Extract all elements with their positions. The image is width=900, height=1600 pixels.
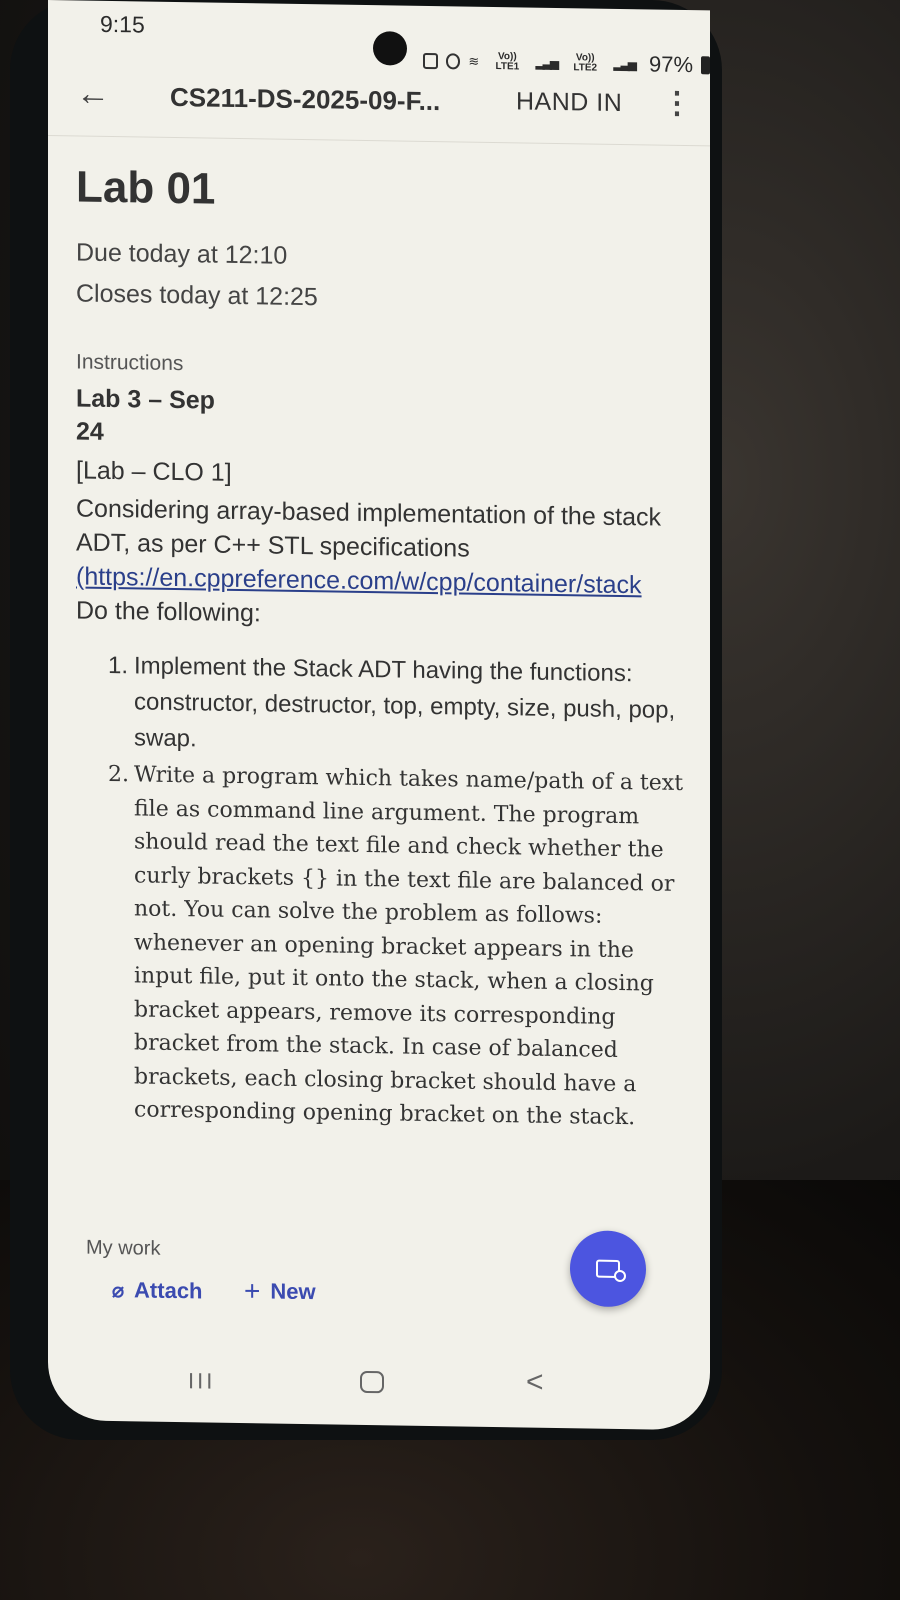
new-button[interactable]: + New: [244, 1275, 316, 1308]
paperclip-icon: ⌀: [112, 1279, 125, 1302]
assignment-title: Lab 01: [76, 162, 216, 214]
plus-icon: +: [244, 1275, 261, 1307]
sim1-label: Vo)) LTE1: [495, 51, 520, 73]
task-text: Write a program which takes name/path of…: [134, 762, 684, 1131]
immersive-reader-button[interactable]: [570, 1230, 646, 1308]
arrow-left-icon[interactable]: ←: [76, 74, 110, 114]
instructions-intro: Considering array-based implementation o…: [76, 494, 662, 563]
more-vert-icon[interactable]: ⋮: [662, 86, 692, 122]
due-date: Due today at 12:10: [76, 238, 288, 270]
wifi-icon: ≋: [468, 53, 480, 69]
list-item: 1. Implement the Stack ADT having the fu…: [108, 648, 686, 765]
hand-in-button[interactable]: HAND IN: [516, 87, 622, 118]
recents-icon[interactable]: III: [188, 1368, 215, 1394]
task-number: 2.: [108, 761, 129, 788]
task-number: 1.: [108, 651, 129, 680]
status-time: 9:15: [100, 10, 145, 38]
instructions-heading: Lab 3 – Sep: [76, 384, 215, 415]
nav-back-icon[interactable]: <: [526, 1366, 544, 1400]
home-icon[interactable]: [360, 1370, 384, 1394]
attach-label: Attach: [134, 1277, 203, 1304]
list-item: 2. Write a program which takes name/path…: [108, 758, 686, 1136]
system-nav-bar: III <: [48, 1352, 710, 1412]
phone-screen: 9:15 ≋ Vo)) LTE1 ▂▃▅ Vo)) LTE2 ▂▃▅ 97% ←…: [48, 0, 710, 1431]
attach-button[interactable]: ⌀ Attach: [112, 1277, 203, 1304]
app-bar: ← CS211-DS-2025-09-F... HAND IN ⋮: [48, 68, 710, 147]
my-work-label: My work: [86, 1236, 161, 1260]
front-camera: [373, 31, 407, 66]
instructions-heading-date: 24: [76, 417, 104, 446]
signal-bars-icon: ▂▃▅: [613, 56, 636, 72]
alarm-icon: [445, 53, 461, 70]
battery-percent: 97%: [649, 51, 694, 78]
task-list: 1. Implement the Stack ADT having the fu…: [76, 647, 686, 1135]
new-label: New: [270, 1278, 316, 1305]
close-date: Closes today at 12:25: [76, 279, 318, 312]
battery-icon: [701, 56, 710, 75]
signal-bars-icon: ▂▃▅: [535, 55, 558, 70]
phone-frame: 9:15 ≋ Vo)) LTE1 ▂▃▅ Vo)) LTE2 ▂▃▅ 97% ←…: [10, 0, 722, 1440]
sim2-label: Vo)) LTE2: [573, 52, 598, 74]
instructions-label: Instructions: [76, 350, 184, 376]
course-title: CS211-DS-2025-09-F...: [170, 81, 441, 117]
gallery-icon: [423, 52, 438, 70]
assignment-content: Lab 01 Due today at 12:10 Closes today a…: [76, 162, 686, 1137]
immersive-reader-icon: [596, 1259, 620, 1278]
task-text: Implement the Stack ADT having the funct…: [134, 652, 676, 753]
status-bar: 9:15 ≋ Vo)) LTE1 ▂▃▅ Vo)) LTE2 ▂▃▅ 97%: [48, 0, 710, 77]
clo-tag: [Lab – CLO 1]: [76, 456, 232, 487]
